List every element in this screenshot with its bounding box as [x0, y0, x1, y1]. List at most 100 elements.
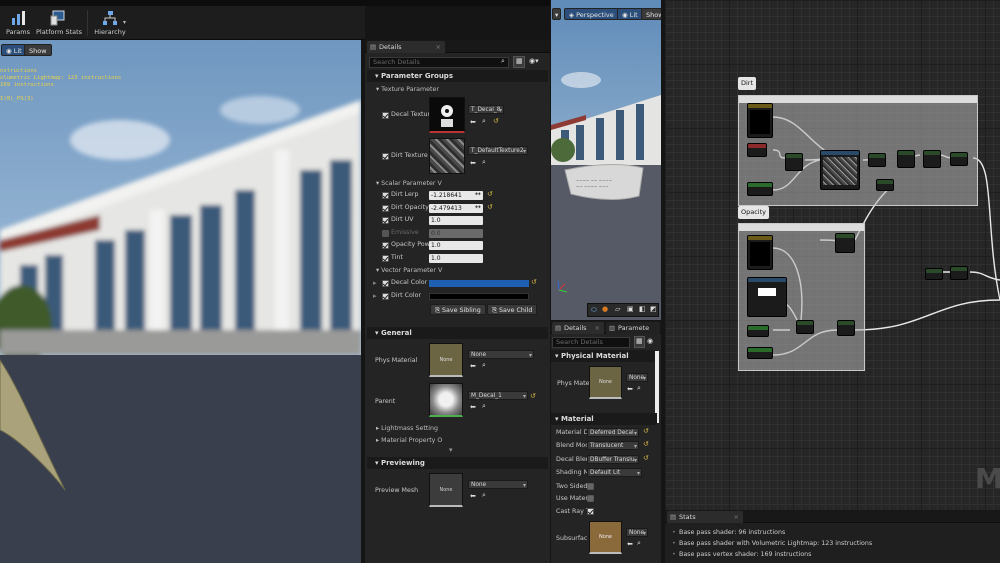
dirt-lerp-checkbox[interactable] — [382, 192, 389, 199]
use-selected-arrow-icon[interactable]: ⬅ — [470, 492, 476, 500]
scalar-parameter-group[interactable]: ▾ Scalar Parameter V — [367, 178, 442, 189]
math-node[interactable] — [837, 320, 855, 336]
browse-search-icon[interactable]: ⌕ — [482, 361, 486, 370]
eye-visibility-icon[interactable]: ◉ — [647, 337, 653, 345]
decal-color-swatch[interactable] — [429, 280, 529, 287]
use-selected-arrow-icon[interactable]: ⬅ — [470, 159, 476, 167]
cast-ray-checkbox[interactable] — [587, 508, 594, 515]
reset-to-default-icon[interactable]: ↺ — [493, 117, 499, 125]
tab-details[interactable]: ▤ Details × — [552, 322, 604, 334]
advanced-expand-icon[interactable]: ▾ — [449, 446, 453, 454]
param-node[interactable] — [747, 182, 773, 196]
texture-sample-node[interactable] — [747, 103, 773, 138]
dirt-color-checkbox[interactable] — [382, 293, 389, 300]
save-child-button[interactable]: ⎘ Save Child — [487, 304, 538, 315]
blend-mode-combo[interactable]: Translucent — [587, 441, 639, 450]
dirt-texture-node[interactable] — [820, 150, 860, 190]
subsurface-color-thumbnail[interactable]: None — [589, 521, 622, 554]
material-header[interactable]: ▾ Material — [551, 413, 657, 425]
reset-to-default-icon[interactable]: ↺ — [643, 454, 649, 462]
reset-to-default-icon[interactable]: ↺ — [643, 440, 649, 448]
close-icon[interactable]: × — [595, 322, 600, 334]
tab-stats[interactable]: ▤ Stats × — [667, 511, 743, 523]
dirt-uv-checkbox[interactable] — [382, 217, 389, 224]
two-sided-checkbox[interactable] — [587, 483, 594, 490]
material-preview-viewport[interactable]: ~~~~ ~~ ~~~~ ~~ ~~~~ ~~~ ▾ ◈ Perspective… — [551, 0, 661, 320]
hierarchy-dropdown-icon[interactable]: ▾ — [123, 19, 126, 26]
viewport-lit-button[interactable]: ◉ Lit — [1, 44, 27, 56]
texture-parameter-group[interactable]: ▾ Texture Parameter — [367, 84, 439, 95]
emissive-checkbox[interactable] — [382, 230, 389, 237]
texture-sample-node[interactable] — [747, 235, 773, 270]
parameter-groups-header[interactable]: ▾ Parameter Groups — [367, 70, 548, 82]
decal-texture-combo[interactable]: T_Decal_8 — [468, 105, 504, 114]
dirt-texture-combo[interactable]: T_DefaultTexture2 — [468, 146, 528, 155]
teapot-shape-icon[interactable]: ◩ — [650, 305, 657, 313]
use-selected-arrow-icon[interactable]: ⬅ — [627, 540, 633, 548]
browse-search-icon[interactable]: ⌕ — [482, 402, 486, 411]
parent-material-thumbnail[interactable] — [429, 383, 463, 417]
math-node[interactable] — [876, 179, 894, 191]
tint-value[interactable]: 1.0 — [429, 254, 483, 263]
decal-texture-node[interactable] — [747, 277, 787, 317]
viewport-show-button[interactable]: Show — [24, 44, 52, 56]
browse-search-icon[interactable]: ⌕ — [482, 491, 486, 500]
reset-to-default-icon[interactable]: ↺ — [531, 278, 537, 286]
cube-shape-icon[interactable]: ▣ — [627, 305, 634, 313]
browse-search-icon[interactable]: ⌕ — [637, 539, 641, 548]
comment-opacity-label[interactable]: Opacity — [738, 206, 770, 219]
opacity-power-value[interactable]: 1.0 — [429, 241, 483, 250]
preview-show-button[interactable]: Show — [641, 8, 661, 20]
view-options-grid-button[interactable]: ▦ — [513, 56, 525, 68]
previewing-header[interactable]: ▾ Previewing — [367, 457, 548, 469]
tint-checkbox[interactable] — [382, 255, 389, 262]
use-selected-arrow-icon[interactable]: ⬅ — [627, 385, 633, 393]
preview-lit-button[interactable]: ◉ Lit — [617, 8, 643, 20]
parent-material-combo[interactable]: M_Decal_1 — [468, 391, 528, 400]
dirt-uv-value[interactable]: 1.0 — [429, 216, 483, 225]
close-icon[interactable]: × — [436, 41, 441, 53]
browse-search-icon[interactable]: ⌕ — [482, 158, 486, 167]
material-graph-canvas[interactable]: Dirt Opacity M — [665, 0, 1000, 510]
reset-to-default-icon[interactable]: ↺ — [487, 190, 493, 198]
dirt-color-swatch[interactable] — [429, 293, 529, 300]
details-search-input[interactable]: Search Details — [552, 337, 630, 348]
browse-search-icon[interactable]: ⌕ — [482, 117, 486, 126]
opacity-power-checkbox[interactable] — [382, 242, 389, 249]
dirt-texture-thumbnail[interactable] — [429, 138, 465, 174]
close-icon[interactable]: × — [734, 511, 739, 523]
preview-mesh-combo[interactable]: None — [468, 480, 528, 489]
material-property-group[interactable]: ▸ Material Property O — [367, 435, 442, 446]
reset-to-default-icon[interactable]: ↺ — [530, 392, 536, 400]
math-node[interactable] — [950, 266, 968, 280]
use-selected-arrow-icon[interactable]: ⬅ — [470, 362, 476, 370]
decal-color-checkbox[interactable] — [382, 280, 389, 287]
plane-shape-icon[interactable]: ▱ — [615, 305, 620, 313]
general-header[interactable]: ▾ General — [367, 327, 548, 339]
param-node[interactable] — [747, 347, 773, 359]
phys-material-combo[interactable]: None — [468, 350, 534, 359]
save-sibling-button[interactable]: ⎘ Save Sibling — [430, 304, 486, 315]
emissive-value[interactable]: 0.0 — [429, 229, 483, 238]
details-search-input[interactable]: Search Details — [369, 57, 509, 68]
reset-to-default-icon[interactable]: ↺ — [643, 427, 649, 435]
math-node[interactable] — [785, 153, 803, 171]
cylinder-shape-icon[interactable]: ⬭ — [591, 306, 597, 315]
mesh-shape-icon[interactable]: ◧ — [639, 305, 646, 313]
drag-arrows-icon[interactable]: ↔ — [475, 190, 481, 198]
decal-blend-mode-combo[interactable]: DBuffer Translu — [587, 455, 639, 464]
use-selected-arrow-icon[interactable]: ⬅ — [470, 118, 476, 126]
perspective-button[interactable]: ◈ Perspective — [564, 8, 619, 20]
comment-dirt-label[interactable]: Dirt — [738, 77, 757, 90]
level-viewport[interactable]: ◉ Lit Show nstructions olumetric Lightma… — [0, 40, 361, 563]
physical-material-header[interactable]: ▾ Physical Material — [551, 350, 657, 362]
reset-to-default-icon[interactable]: ↺ — [487, 203, 493, 211]
expand-arrow-icon[interactable]: ▸ — [373, 292, 377, 300]
phys-material-thumbnail[interactable]: None — [589, 366, 622, 399]
drag-arrows-icon[interactable]: ↔ — [475, 203, 481, 211]
param-node[interactable] — [747, 325, 769, 337]
material-domain-combo[interactable]: Deferred Decal — [587, 428, 639, 437]
param-node[interactable] — [747, 143, 767, 157]
expand-arrow-icon[interactable]: ▸ — [373, 279, 377, 287]
lerp-node[interactable] — [897, 150, 915, 168]
